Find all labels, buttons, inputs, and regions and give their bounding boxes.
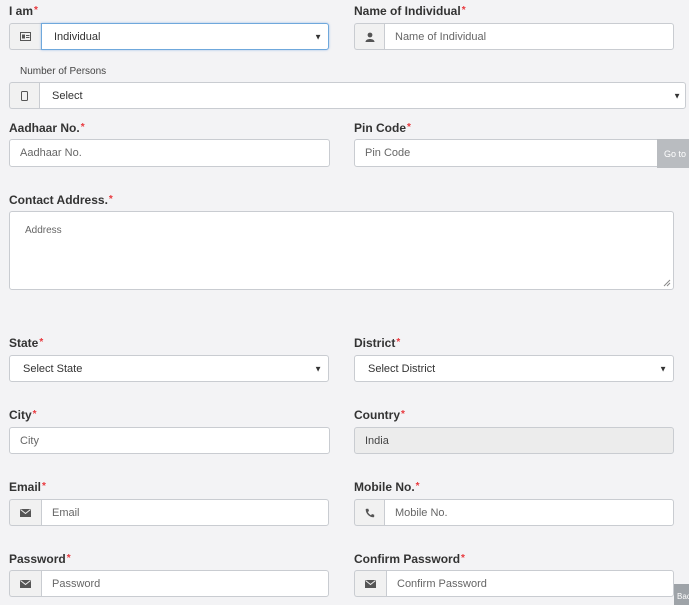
mobile-label: Mobile No.*	[354, 480, 420, 494]
password-input[interactable]: Password	[41, 570, 329, 597]
i-am-label: I am*	[9, 4, 38, 18]
chevron-down-icon: ▼	[673, 91, 681, 100]
aadhaar-label: Aadhaar No.*	[9, 121, 85, 135]
envelope-icon	[20, 579, 31, 588]
chevron-down-icon: ▼	[659, 364, 667, 373]
city-input[interactable]: City	[9, 427, 330, 454]
district-select[interactable]: Select District ▼	[354, 355, 674, 382]
state-label: State*	[9, 336, 44, 350]
envelope-icon	[20, 508, 31, 517]
mobile-addon	[354, 499, 384, 526]
confirm-password-input[interactable]: Confirm Password	[386, 570, 674, 597]
i-am-select[interactable]: Individual ▼	[41, 23, 329, 50]
resize-handle-icon[interactable]	[663, 279, 671, 287]
pincode-label: Pin Code*	[354, 121, 411, 135]
mobile-input[interactable]: Mobile No.	[384, 499, 674, 526]
chevron-down-icon: ▼	[314, 364, 322, 373]
address-label: Contact Address.*	[9, 193, 113, 207]
country-input: India	[354, 427, 674, 454]
confirm-password-label: Confirm Password*	[354, 552, 465, 566]
name-input[interactable]: Name of Individual	[384, 23, 674, 50]
user-icon	[365, 32, 374, 42]
persons-select[interactable]: Select ▼	[39, 82, 686, 109]
email-input[interactable]: Email	[41, 499, 329, 526]
email-label: Email*	[9, 480, 46, 494]
back-button[interactable]: Back	[674, 584, 689, 605]
id-card-icon	[20, 32, 31, 41]
address-textarea[interactable]: Address	[9, 211, 674, 290]
aadhaar-input[interactable]: Aadhaar No.	[9, 139, 330, 167]
pincode-input[interactable]: Pin Code	[354, 139, 658, 167]
goto-button[interactable]: Go to	[657, 139, 689, 168]
country-label: Country*	[354, 408, 405, 422]
envelope-icon	[365, 579, 376, 588]
name-addon	[354, 23, 384, 50]
district-label: District*	[354, 336, 401, 350]
email-addon	[9, 499, 41, 526]
persons-label: Number of Persons	[20, 66, 107, 77]
name-label: Name of Individual*	[354, 4, 466, 18]
confirm-password-addon	[354, 570, 386, 597]
password-label: Password*	[9, 552, 71, 566]
persons-addon	[9, 82, 39, 109]
mobile-device-icon	[21, 90, 28, 101]
chevron-down-icon: ▼	[314, 32, 322, 41]
password-addon	[9, 570, 41, 597]
state-select[interactable]: Select State ▼	[9, 355, 329, 382]
phone-icon	[365, 508, 374, 517]
city-label: City*	[9, 408, 37, 422]
i-am-addon	[9, 23, 41, 50]
